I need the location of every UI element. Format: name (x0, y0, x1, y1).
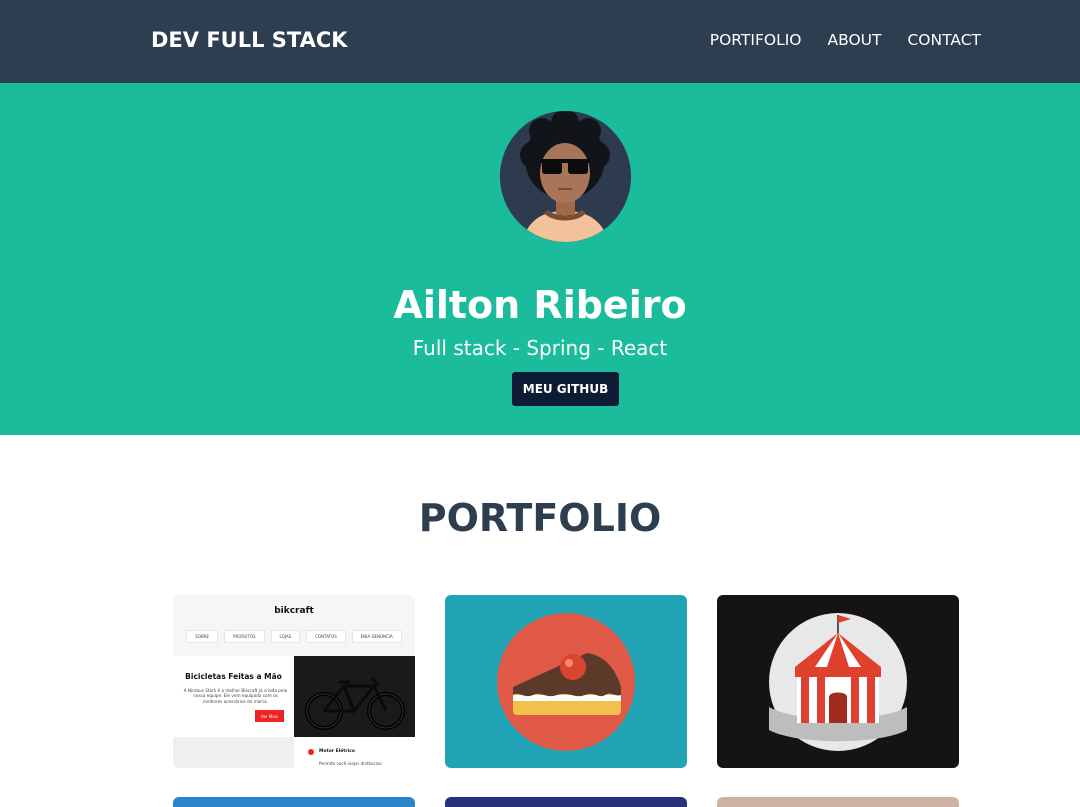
bikcraft-heading: Bicicletas Feitas a Mão (185, 672, 282, 681)
portfolio-card-circus[interactable] (717, 595, 959, 768)
bikcraft-button: Ver Mais (255, 710, 284, 722)
bikcraft-menu: SOBRE PRODUTOS LOJAS CONTATOS ENIA DENÚN… (173, 630, 415, 643)
main-nav: PORTIFOLIO ABOUT CONTACT (710, 31, 981, 49)
hero-section: Ailton Ribeiro Full stack - Spring - Rea… (0, 83, 1080, 435)
top-navbar: DEV FULL STACK PORTIFOLIO ABOUT CONTACT (0, 0, 1080, 83)
profile-name: Ailton Ribeiro (393, 283, 687, 327)
bikcraft-intro: Bicicletas Feitas a Mão A Nimbus Stark é… (173, 656, 294, 737)
portfolio-card-next-2[interactable] (445, 797, 687, 807)
feature-text: Permite você viajar distâncias (319, 761, 382, 766)
avatar (500, 111, 631, 242)
portfolio-card-bikcraft[interactable]: bikcraft SOBRE PRODUTOS LOJAS CONTATOS E… (173, 595, 415, 768)
feature-title: Motor Elétrico (319, 749, 355, 754)
bikcraft-text: A Nimbus Stark é a melhor Bikcraft já cr… (183, 688, 288, 704)
circus-tent-icon (769, 613, 907, 751)
profile-subtitle: Full stack - Spring - React (412, 336, 668, 360)
avatar-illustration (500, 111, 631, 242)
portfolio-title: PORTFOLIO (418, 496, 662, 540)
nav-portfolio-link[interactable]: PORTIFOLIO (710, 31, 802, 49)
nav-contact-link[interactable]: CONTACT (907, 31, 981, 49)
brand-logo[interactable]: DEV FULL STACK (151, 28, 348, 52)
bikcraft-feature: Motor Elétrico Permite você viajar distâ… (294, 737, 415, 768)
nav-about-link[interactable]: ABOUT (828, 31, 882, 49)
github-button[interactable]: MEU GITHUB (512, 372, 619, 406)
cake-icon (497, 613, 635, 751)
bikcraft-menu-item: ENIA DENÚNCIA (351, 630, 402, 643)
bikcraft-menu-item: LOJAS (270, 630, 301, 643)
bicycle-icon (294, 656, 415, 737)
portfolio-card-next-1[interactable] (173, 797, 415, 807)
bikcraft-menu-item: PRODUTOS (224, 630, 265, 643)
portfolio-card-next-3[interactable] (717, 797, 959, 807)
feature-dot-icon (308, 749, 314, 755)
bikcraft-lower-left (173, 737, 294, 768)
bike-image (294, 656, 415, 737)
bikcraft-menu-item: CONTATOS (306, 630, 346, 643)
bikcraft-menu-item: SOBRE (186, 630, 219, 643)
portfolio-card-cake[interactable] (445, 595, 687, 768)
bikcraft-site-title: bikcraft (274, 606, 314, 616)
